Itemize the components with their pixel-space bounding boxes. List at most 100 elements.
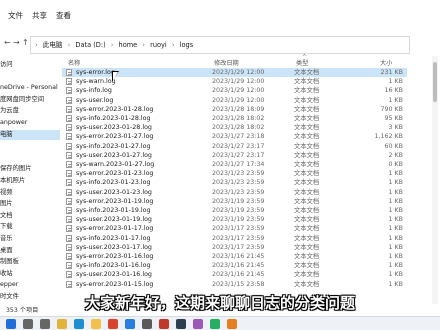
taskbar-app-icon[interactable] bbox=[193, 319, 203, 329]
nav-item[interactable]: anpower bbox=[0, 118, 27, 128]
forward-arrow-icon[interactable]: → bbox=[13, 38, 20, 47]
text-file-icon bbox=[66, 179, 72, 187]
file-row[interactable]: sys-user.2023-01-17.log 2023/1/17 23:59 文本… bbox=[62, 243, 407, 252]
taskbar-chrome-icon[interactable] bbox=[57, 319, 67, 329]
file-row[interactable]: sys-user.log 2023/1/29 12:00 文本文档 1 KB bbox=[62, 96, 407, 105]
file-type: 文本文档 bbox=[294, 179, 320, 187]
taskbar-windows-icon[interactable] bbox=[6, 319, 16, 329]
file-size: 60 KB bbox=[384, 142, 403, 150]
nav-item[interactable]: 收站 bbox=[0, 269, 13, 279]
file-row[interactable]: sys-info.log 2023/1/29 12:00 文本文档 16 KB bbox=[62, 86, 407, 95]
breadcrumb-ruoyi[interactable]: ruoyi bbox=[150, 41, 167, 49]
taskbar-app-icon[interactable] bbox=[227, 319, 237, 329]
scrollbar-thumb[interactable] bbox=[433, 62, 437, 102]
taskbar-office-icon[interactable] bbox=[108, 319, 118, 329]
nav-item[interactable]: 桌面 bbox=[0, 246, 13, 256]
file-row[interactable]: sys-user.2023-01-23.log 2023/1/23 23:59 文本… bbox=[62, 188, 407, 197]
file-name: sys-user.2023-01-19.log bbox=[76, 216, 152, 224]
file-row[interactable]: sys-info.2023-01-28.log 2023/1/28 18:02 文本… bbox=[62, 114, 407, 123]
taskbar-search-icon[interactable] bbox=[23, 319, 33, 329]
file-type: 文本文档 bbox=[294, 161, 320, 168]
breadcrumb-this-pc[interactable]: 此电脑 bbox=[43, 41, 63, 49]
file-row[interactable]: sys-error.2023-01-19.log 2023/1/19 23:59 文… bbox=[62, 197, 407, 206]
text-file-icon bbox=[66, 253, 72, 260]
nav-item[interactable]: 度网盘同步空间 bbox=[0, 95, 44, 105]
file-list: sys-error.log 2023/1/29 12:00 文本文档 231 KB sy… bbox=[62, 68, 440, 312]
taskbar-app-icon[interactable] bbox=[176, 319, 186, 329]
nav-item[interactable]: 电脑 bbox=[0, 129, 60, 140]
file-name: sys-user.log bbox=[76, 96, 114, 104]
file-row[interactable]: sys-info.2023-01-17.log 2023/1/17 23:59 文本… bbox=[62, 234, 407, 243]
file-row[interactable]: sys-error.2023-01-23.log 2023/1/23 23:59 文… bbox=[62, 169, 407, 178]
up-arrow-icon[interactable]: ↑ bbox=[22, 38, 29, 47]
file-row[interactable]: sys-warn.2023-01-27.log 2023/1/27 17:34 文本… bbox=[62, 160, 407, 169]
nav-item[interactable]: epper bbox=[0, 280, 18, 290]
taskbar-folder-icon[interactable] bbox=[91, 319, 101, 329]
taskbar-app-icon[interactable] bbox=[142, 319, 152, 329]
file-size: 1 KB bbox=[388, 170, 403, 178]
file-row[interactable]: sys-error.2023-01-15.log 2023/1/15 23:58 文… bbox=[62, 280, 407, 289]
file-size: 3 KB bbox=[388, 124, 403, 132]
column-name[interactable]: 名称 bbox=[68, 58, 80, 67]
file-name: sys-user.2023-01-17.log bbox=[76, 243, 152, 251]
file-row[interactable]: sys-info.2023-01-27.log 2023/1/27 23:17 文本… bbox=[62, 142, 407, 151]
tab-view[interactable]: 查看 bbox=[56, 10, 71, 21]
nav-item[interactable]: 文档 bbox=[0, 211, 13, 221]
file-size: 1 KB bbox=[388, 216, 403, 224]
nav-item[interactable]: 为云盘 bbox=[0, 106, 19, 116]
nav-item[interactable]: 下载 bbox=[0, 222, 13, 232]
file-type: 文本文档 bbox=[294, 188, 320, 196]
taskbar-edge-icon[interactable] bbox=[74, 319, 84, 329]
file-row[interactable]: sys-info.2023-01-19.log 2023/1/19 23:59 文本… bbox=[62, 206, 407, 215]
nav-item[interactable]: 制图板 bbox=[0, 257, 19, 267]
file-type: 文本文档 bbox=[294, 234, 320, 242]
taskbar-app-icon[interactable] bbox=[210, 319, 220, 329]
file-date: 2023/1/29 12:00 bbox=[212, 87, 265, 95]
back-arrow-icon[interactable]: ← bbox=[4, 38, 11, 47]
file-row[interactable]: sys-user.2023-01-16.log 2023/1/16 21:45 文本… bbox=[62, 270, 407, 279]
taskbar-mail-icon[interactable] bbox=[125, 319, 135, 329]
file-row[interactable]: sys-error.2023-01-16.log 2023/1/16 21:45 文… bbox=[62, 252, 407, 261]
breadcrumb-home[interactable]: home bbox=[119, 41, 138, 49]
column-size[interactable]: 大小 bbox=[380, 58, 392, 67]
file-row[interactable]: sys-error.2023-01-27.log 2023/1/27 23:18 文… bbox=[62, 132, 407, 141]
file-size: 1 KB bbox=[388, 207, 403, 214]
nav-item[interactable]: 保存的图片 bbox=[0, 164, 31, 174]
vertical-scrollbar[interactable] bbox=[432, 56, 438, 312]
file-type: 文本文档 bbox=[294, 96, 320, 104]
file-type: 文本文档 bbox=[294, 225, 320, 233]
text-file-icon bbox=[66, 142, 72, 150]
breadcrumb[interactable]: › 此电脑 › Data (D:) › home › ruoyi › logs bbox=[30, 36, 410, 54]
file-size: 1,162 KB bbox=[374, 133, 403, 141]
column-type[interactable]: 类型 bbox=[296, 58, 308, 67]
breadcrumb-logs[interactable]: logs bbox=[180, 41, 194, 49]
file-size: 1 KB bbox=[388, 271, 403, 279]
file-size: 95 KB bbox=[384, 115, 403, 122]
file-row[interactable]: sys-error.2023-01-28.log 2023/1/28 18:09 文… bbox=[62, 105, 407, 114]
text-file-icon bbox=[66, 161, 72, 168]
nav-item[interactable]: 音乐 bbox=[0, 234, 13, 244]
taskbar-taskview-icon[interactable] bbox=[40, 319, 50, 329]
breadcrumb-separator: › bbox=[67, 41, 71, 49]
tab-share[interactable]: 共享 bbox=[32, 10, 47, 21]
file-row[interactable]: sys-user.2023-01-28.log 2023/1/28 18:02 文本… bbox=[62, 123, 407, 132]
file-row[interactable]: sys-info.2023-01-23.log 2023/1/23 23:59 文本… bbox=[62, 178, 407, 187]
file-date: 2023/1/27 17:34 bbox=[212, 161, 265, 168]
file-name: sys-info.2023-01-19.log bbox=[76, 207, 151, 214]
file-explorer-window: 文件 共享 查看 ← → ↑ › 此电脑 › Data (D:) › home … bbox=[0, 0, 440, 330]
file-row[interactable]: sys-info.2023-01-16.log 2023/1/16 21:45 文本… bbox=[62, 261, 407, 270]
file-row[interactable]: sys-user.2023-01-27.log 2023/1/27 23:17 文本… bbox=[62, 151, 407, 160]
text-file-icon bbox=[66, 124, 72, 132]
column-date[interactable]: 修改日期 bbox=[214, 58, 239, 67]
nav-item[interactable]: 访问 bbox=[0, 60, 13, 70]
taskbar-app-icon[interactable] bbox=[159, 319, 169, 329]
file-row[interactable]: sys-error.2023-01-17.log 2023/1/17 23:59 文… bbox=[62, 224, 407, 233]
file-name: sys-user.2023-01-23.log bbox=[76, 188, 152, 196]
nav-item[interactable]: 图片 bbox=[0, 199, 13, 209]
breadcrumb-drive[interactable]: Data (D:) bbox=[75, 41, 105, 49]
nav-item[interactable]: 本机照片 bbox=[0, 176, 25, 186]
file-row[interactable]: sys-user.2023-01-19.log 2023/1/19 23:59 文本… bbox=[62, 215, 407, 224]
nav-item[interactable]: neDrive - Personal bbox=[0, 83, 58, 93]
tab-file[interactable]: 文件 bbox=[8, 10, 23, 21]
nav-item[interactable]: 视频 bbox=[0, 188, 13, 198]
